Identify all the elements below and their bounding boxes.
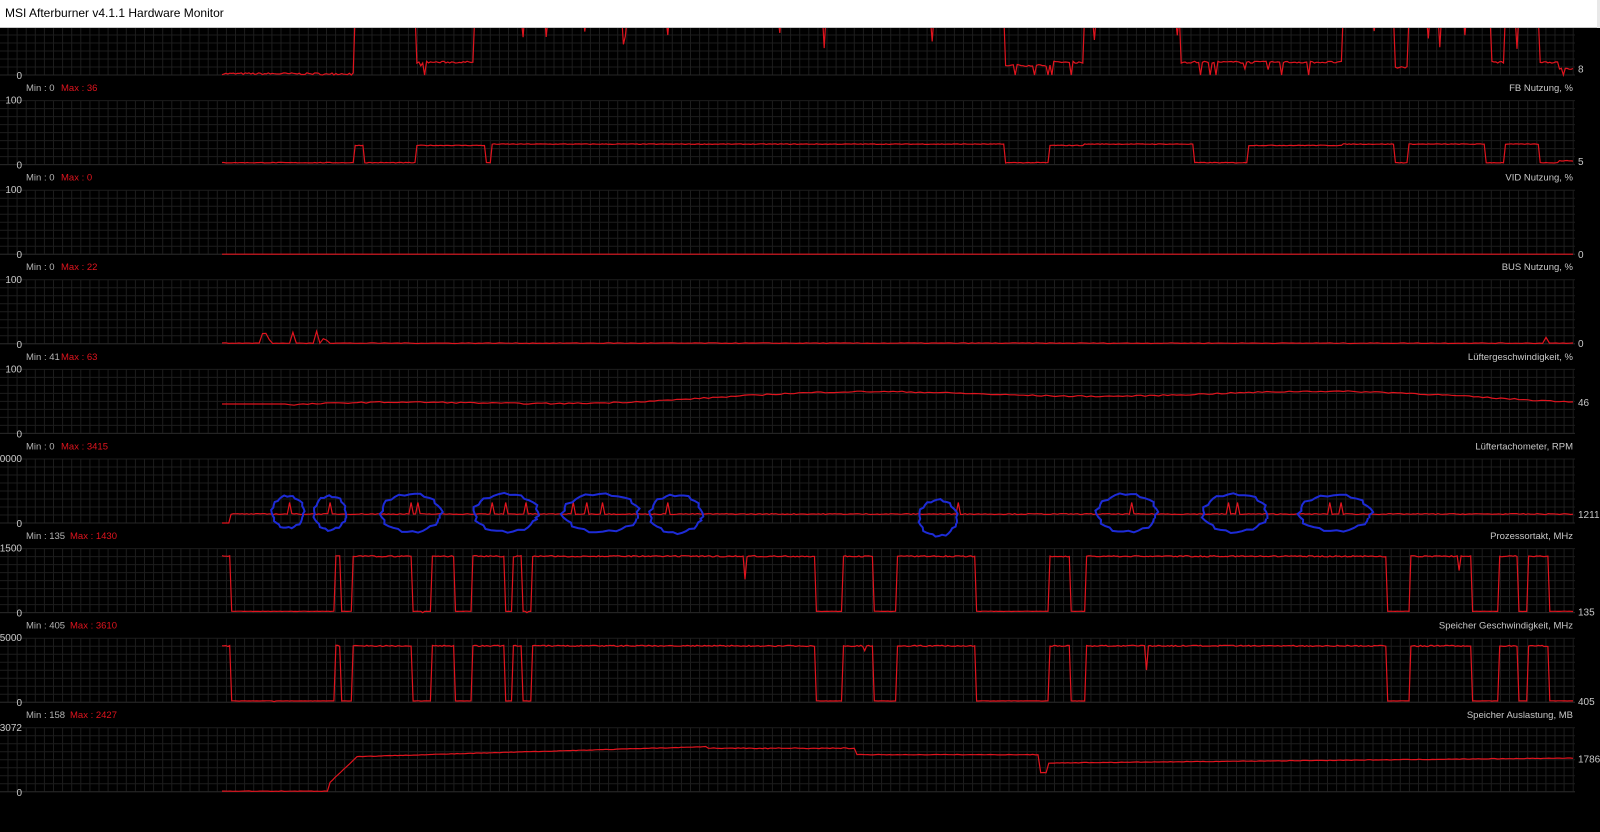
y-axis-min-label: 0 [16, 71, 22, 82]
y-axis-max-label: 1500 [0, 544, 22, 555]
max-label: Max : 22 [61, 262, 97, 273]
min-label: Min : 158 [26, 710, 65, 721]
max-label: Max : 3610 [70, 621, 117, 632]
min-label: Min : 135 [26, 531, 65, 542]
y-axis-min-label: 0 [16, 161, 22, 172]
current-value-label: 405 [1578, 697, 1595, 708]
y-axis-min-label: 0 [16, 788, 22, 799]
current-value-label: 46 [1578, 398, 1590, 409]
current-value-label: 0 [1578, 339, 1584, 350]
current-value-label: 8 [1578, 65, 1584, 76]
min-label: Min : 0 [26, 83, 55, 94]
panel-name-label: FB Nutzung, % [1509, 83, 1573, 94]
current-value-label: 0 [1578, 250, 1584, 261]
y-axis-max-label: 100 [5, 364, 22, 375]
current-value-label: 5 [1578, 157, 1584, 168]
y-axis-max-label: 0000 [0, 454, 22, 465]
y-axis-min-label: 0 [16, 519, 22, 530]
y-axis-max-label: 5000 [0, 633, 22, 644]
max-label: Max : 1430 [70, 531, 117, 542]
panel-name-label: Lüftertachometer, RPM [1475, 441, 1573, 452]
min-label: Min : 0 [26, 441, 55, 452]
panel-name-label: Lüftergeschwindigkeit, % [1468, 352, 1574, 363]
min-label: Min : 41 [26, 352, 60, 363]
y-axis-max-label: 100 [5, 275, 22, 286]
y-axis-min-label: 0 [16, 698, 22, 709]
y-axis-min-label: 0 [16, 340, 22, 351]
max-label: Max : 3415 [61, 441, 108, 452]
y-axis-min-label: 0 [16, 609, 22, 620]
y-axis-max-label: 3072 [0, 723, 22, 734]
y-axis-max-label: 100 [5, 185, 22, 196]
panel-name-label: BUS Nutzung, % [1502, 262, 1574, 273]
y-axis-max-label: 100 [5, 96, 22, 107]
current-value-label: 1211 [1578, 510, 1600, 521]
max-label: Max : 36 [61, 83, 97, 94]
hardware-monitor-graph-area[interactable]: 0 8 Min : 0 Max : 36 FB Nutzung, % 100 0 5 Min :… [0, 28, 1600, 832]
min-label: Min : 405 [26, 621, 65, 632]
window-titlebar[interactable]: MSI Afterburner v4.1.1 Hardware Monitor [0, 0, 1600, 28]
window-title: MSI Afterburner v4.1.1 Hardware Monitor [5, 6, 224, 20]
y-axis-min-label: 0 [16, 429, 22, 440]
y-axis-min-label: 0 [16, 250, 22, 261]
panel-name-label: Speicher Geschwindigkeit, MHz [1439, 621, 1573, 632]
min-label: Min : 0 [26, 262, 55, 273]
max-label: Max : 63 [61, 352, 97, 363]
max-label: Max : 2427 [70, 710, 117, 721]
current-value-label: 1786 [1578, 754, 1600, 765]
max-label: Max : 0 [61, 173, 92, 184]
min-label: Min : 0 [26, 173, 55, 184]
panel-name-label: Prozessortakt, MHz [1490, 531, 1573, 542]
panel-name-label: VID Nutzung, % [1505, 173, 1573, 184]
current-value-label: 135 [1578, 607, 1595, 618]
panel-name-label: Speicher Auslastung, MB [1467, 710, 1573, 721]
